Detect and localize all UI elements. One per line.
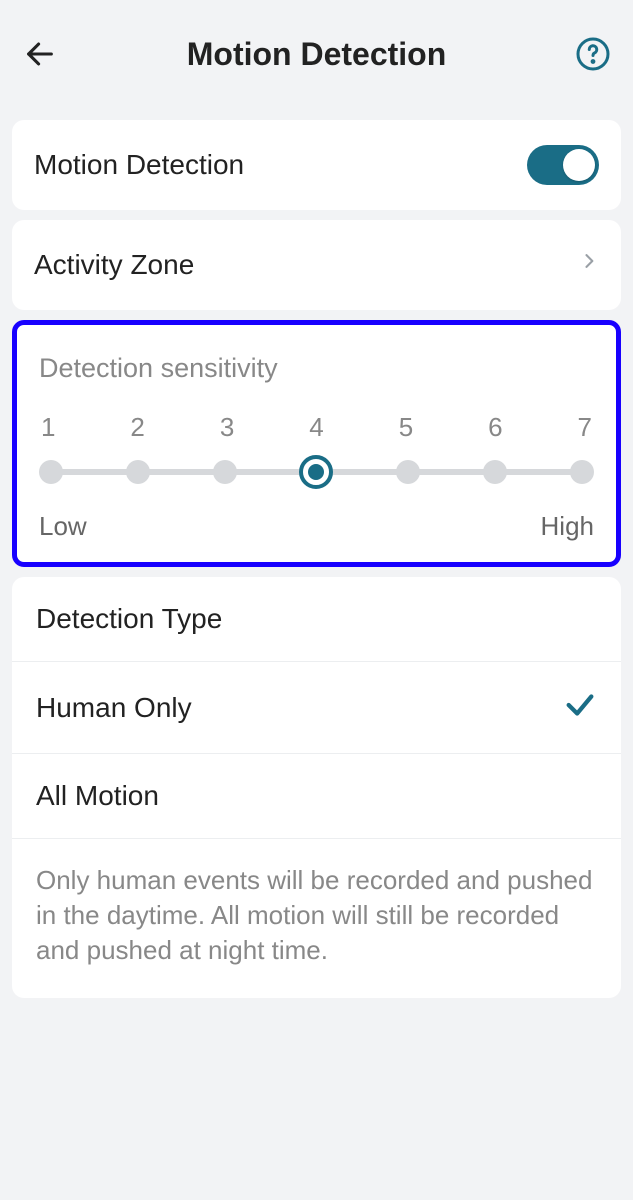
sensitivity-low-label: Low [39, 511, 87, 542]
detection-type-header: Detection Type [12, 577, 621, 661]
check-icon [563, 688, 597, 727]
detection-sensitivity-title: Detection sensitivity [35, 339, 598, 412]
chevron-right-icon [579, 246, 599, 284]
sensitivity-dot-1[interactable] [39, 460, 63, 484]
sensitivity-level-6: 6 [488, 412, 502, 443]
sensitivity-dot-5[interactable] [396, 460, 420, 484]
detection-type-card: Detection Type Human Only All Motion Onl… [12, 577, 621, 998]
motion-detection-toggle[interactable] [527, 145, 599, 185]
motion-detection-toggle-card: Motion Detection [12, 120, 621, 210]
sensitivity-dot-6[interactable] [483, 460, 507, 484]
all-motion-label: All Motion [36, 780, 159, 812]
sensitivity-level-4: 4 [309, 412, 323, 443]
motion-detection-row: Motion Detection [12, 120, 621, 210]
sensitivity-level-7: 7 [578, 412, 592, 443]
sensitivity-level-5: 5 [399, 412, 413, 443]
sensitivity-level-3: 3 [220, 412, 234, 443]
header: Motion Detection [0, 0, 633, 110]
activity-zone-row: Activity Zone [12, 220, 621, 310]
sensitivity-dot-3[interactable] [213, 460, 237, 484]
back-button[interactable] [18, 32, 62, 76]
help-icon [575, 36, 611, 72]
detection-type-all-motion[interactable]: All Motion [12, 753, 621, 838]
activity-zone-card[interactable]: Activity Zone [12, 220, 621, 310]
sensitivity-high-label: High [541, 511, 594, 542]
sensitivity-level-1: 1 [41, 412, 55, 443]
sensitivity-dot-4-selected[interactable] [299, 455, 333, 489]
sensitivity-range-labels: Low High [39, 511, 594, 542]
motion-detection-screen: Motion Detection Motion Detection Activi… [0, 0, 633, 1200]
sensitivity-dot-2[interactable] [126, 460, 150, 484]
detection-type-description: Only human events will be recorded and p… [12, 838, 621, 998]
sensitivity-slider[interactable]: 1 2 3 4 5 6 7 Low High [35, 412, 598, 542]
arrow-left-icon [23, 37, 57, 71]
page-title: Motion Detection [62, 36, 571, 73]
sensitivity-level-2: 2 [130, 412, 144, 443]
toggle-knob [563, 149, 595, 181]
sensitivity-dot-7[interactable] [570, 460, 594, 484]
sensitivity-track[interactable] [39, 457, 594, 487]
motion-detection-label: Motion Detection [34, 149, 244, 181]
activity-zone-label: Activity Zone [34, 249, 194, 281]
help-button[interactable] [571, 32, 615, 76]
human-only-label: Human Only [36, 692, 192, 724]
sensitivity-level-labels: 1 2 3 4 5 6 7 [39, 412, 594, 443]
detection-type-human-only[interactable]: Human Only [12, 661, 621, 753]
detection-sensitivity-card: Detection sensitivity 1 2 3 4 5 6 7 [12, 320, 621, 567]
